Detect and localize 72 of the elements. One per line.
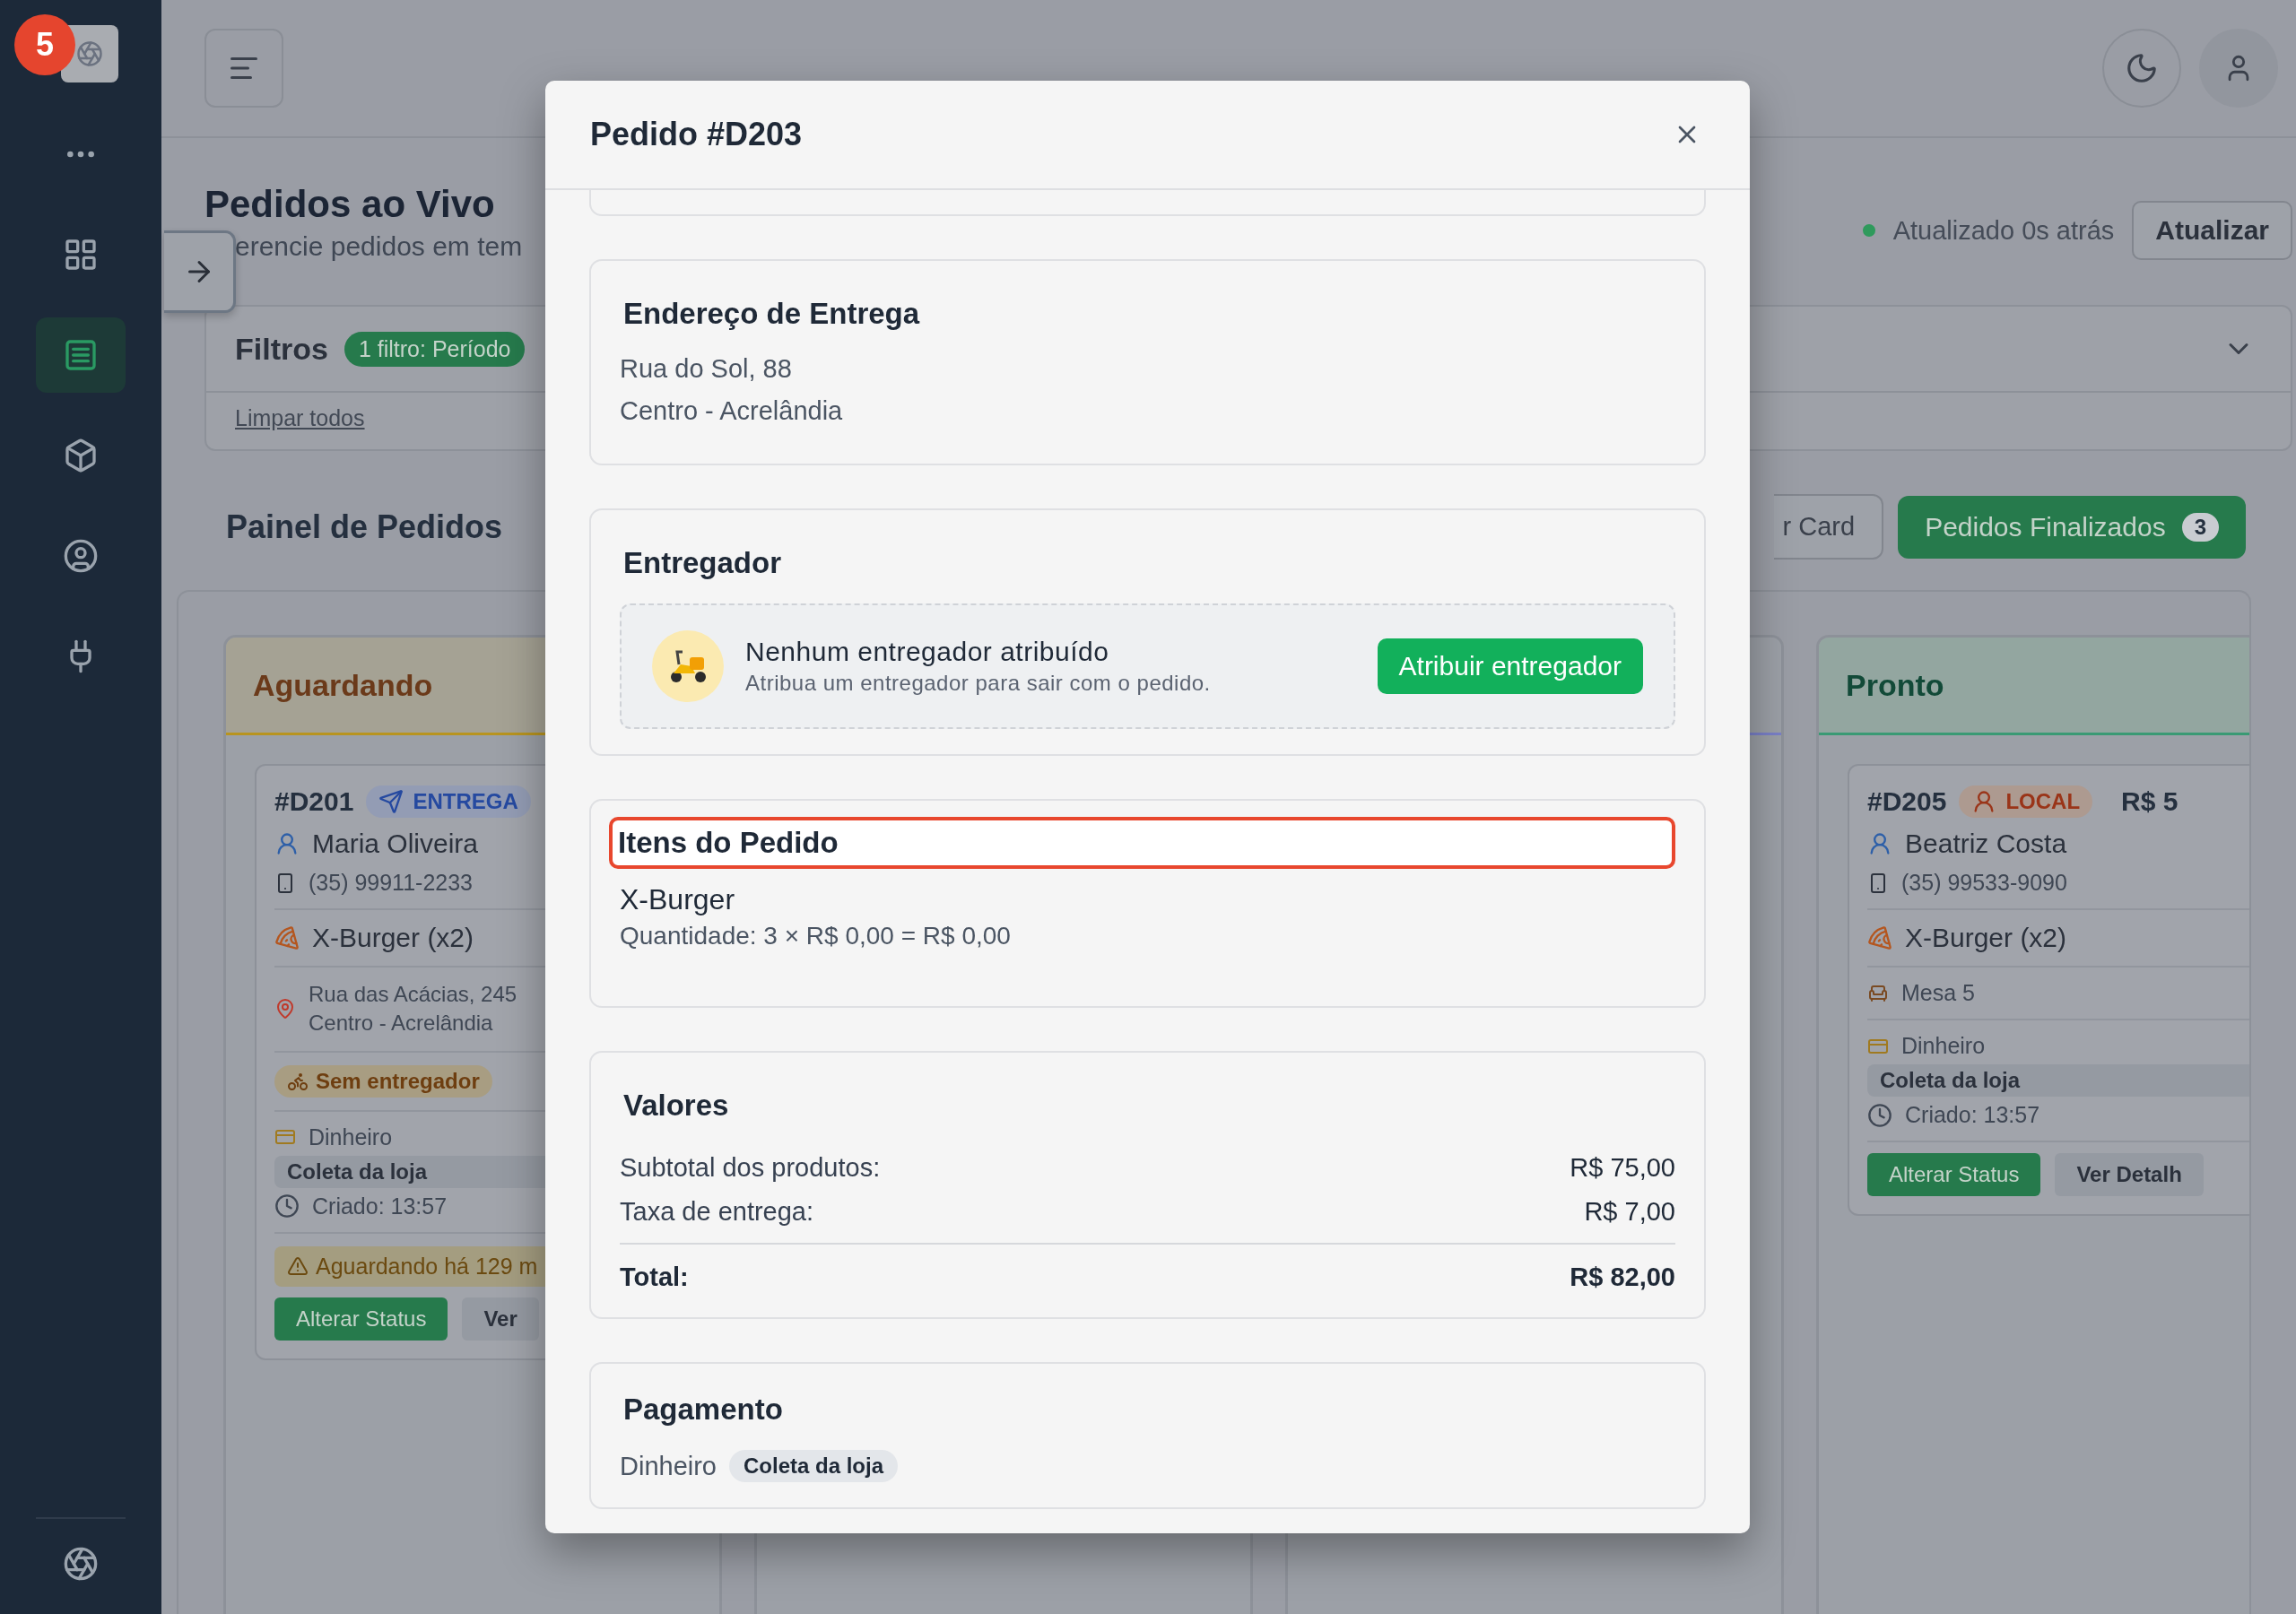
dialog-title: Pedido #D203 bbox=[590, 116, 803, 153]
clock-icon bbox=[274, 1193, 300, 1219]
status-dot bbox=[1862, 224, 1875, 237]
notification-badge: 5 bbox=[14, 14, 75, 75]
empty-courier-text: Atribua um entregador para sair com o pedido. bbox=[745, 671, 1211, 696]
order-item: X-Burger (x2) bbox=[312, 923, 474, 953]
aperture-icon[interactable] bbox=[63, 1546, 99, 1582]
pin-icon bbox=[274, 998, 296, 1020]
section-title: Entregador bbox=[622, 545, 783, 581]
warning-icon bbox=[287, 1255, 309, 1278]
filter-count-badge: 1 filtro: Período bbox=[344, 331, 526, 367]
customer-phone: (35) 99533-9090 bbox=[1901, 870, 2067, 896]
column-title: Aguardando bbox=[253, 667, 433, 703]
address-line: Rua do Sol, 88 bbox=[620, 354, 793, 384]
value-amount: R$ 75,00 bbox=[1570, 1153, 1675, 1183]
page-title: Pedidos ao Vivo bbox=[204, 183, 496, 226]
value-label: Total: bbox=[620, 1263, 689, 1292]
order-address: Rua das Acácias, 245 Centro - Acrelândia bbox=[309, 981, 517, 1037]
item-detail: Quantidade: 3 × R$ 0,00 = R$ 0,00 bbox=[620, 922, 1012, 950]
moon-icon bbox=[2125, 51, 2159, 85]
send-icon bbox=[378, 789, 404, 814]
board-title: Painel de Pedidos bbox=[226, 508, 503, 546]
pizza-icon bbox=[1867, 925, 1892, 950]
empty-courier-title: Nenhum entregador atribuído bbox=[745, 637, 1110, 667]
order-price: R$ 5 bbox=[2121, 786, 2179, 817]
page-subtitle: erencie pedidos em tem bbox=[235, 231, 523, 262]
filters-title: Filtros bbox=[235, 331, 328, 367]
value-amount: R$ 7,00 bbox=[1584, 1197, 1675, 1227]
created-time: Criado: 13:57 bbox=[1905, 1102, 2040, 1128]
payment-method: Dinheiro bbox=[620, 1451, 717, 1481]
column-title: Pronto bbox=[1846, 667, 1944, 703]
finished-orders-button[interactable]: Pedidos Finalizados 3 bbox=[1898, 495, 2246, 559]
assign-courier-button[interactable]: Atribuir entregador bbox=[1377, 638, 1643, 694]
value-label: Subtotal dos produtos: bbox=[620, 1153, 881, 1183]
section-title: Endereço de Entrega bbox=[622, 296, 921, 332]
order-type-badge: LOCAL bbox=[1959, 785, 2093, 818]
pickup-tag: Coleta da loja bbox=[729, 1450, 899, 1482]
menu-button[interactable] bbox=[204, 29, 283, 108]
card-button[interactable]: r Card bbox=[1773, 494, 1884, 560]
section-title: Valores bbox=[622, 1088, 730, 1124]
count-badge: 3 bbox=[2181, 512, 2219, 542]
value-amount: R$ 82,00 bbox=[1570, 1263, 1675, 1292]
order-id: #D205 bbox=[1867, 786, 1947, 817]
customer-name: Beatriz Costa bbox=[1905, 829, 2067, 859]
details-button[interactable]: Ver bbox=[462, 1297, 539, 1341]
change-status-button[interactable]: Alterar Status bbox=[274, 1297, 448, 1341]
theme-toggle-button[interactable] bbox=[2102, 29, 2181, 108]
updated-text: Atualizado 0s atrás bbox=[1892, 215, 2115, 246]
created-time: Criado: 13:57 bbox=[312, 1193, 448, 1219]
order-item: X-Burger (x2) bbox=[1905, 923, 2067, 953]
order-type-badge: ENTREGA bbox=[366, 785, 531, 818]
section-title: Itens do Pedido bbox=[609, 817, 1675, 869]
courier-badge: Sem entregador bbox=[274, 1064, 492, 1098]
pizza-icon bbox=[274, 925, 300, 950]
details-button[interactable]: Ver Detalh bbox=[2055, 1153, 2204, 1196]
expand-button[interactable] bbox=[164, 230, 236, 313]
order-id: #D201 bbox=[274, 786, 354, 817]
order-table: Mesa 5 bbox=[1901, 980, 1975, 1006]
list-icon[interactable] bbox=[36, 317, 126, 393]
customer-name: Maria Oliveira bbox=[312, 829, 479, 859]
pickup-label: Coleta da loja bbox=[1867, 1064, 2249, 1097]
clock-icon bbox=[1867, 1102, 1892, 1128]
refresh-button[interactable]: Atualizar bbox=[2132, 201, 2292, 260]
payment-method: Dinheiro bbox=[309, 1124, 393, 1150]
payment-method: Dinheiro bbox=[1901, 1033, 1986, 1059]
address-line: Centro - Acrelândia bbox=[620, 396, 844, 426]
customer-phone: (35) 99911-2233 bbox=[309, 870, 473, 896]
section-title: Pagamento bbox=[622, 1392, 784, 1427]
clear-filters-link[interactable]: Limpar todos bbox=[235, 405, 365, 431]
value-label: Taxa de entrega: bbox=[620, 1197, 814, 1227]
item-name: X-Burger bbox=[620, 883, 736, 916]
change-status-button[interactable]: Alterar Status bbox=[1867, 1153, 2041, 1196]
